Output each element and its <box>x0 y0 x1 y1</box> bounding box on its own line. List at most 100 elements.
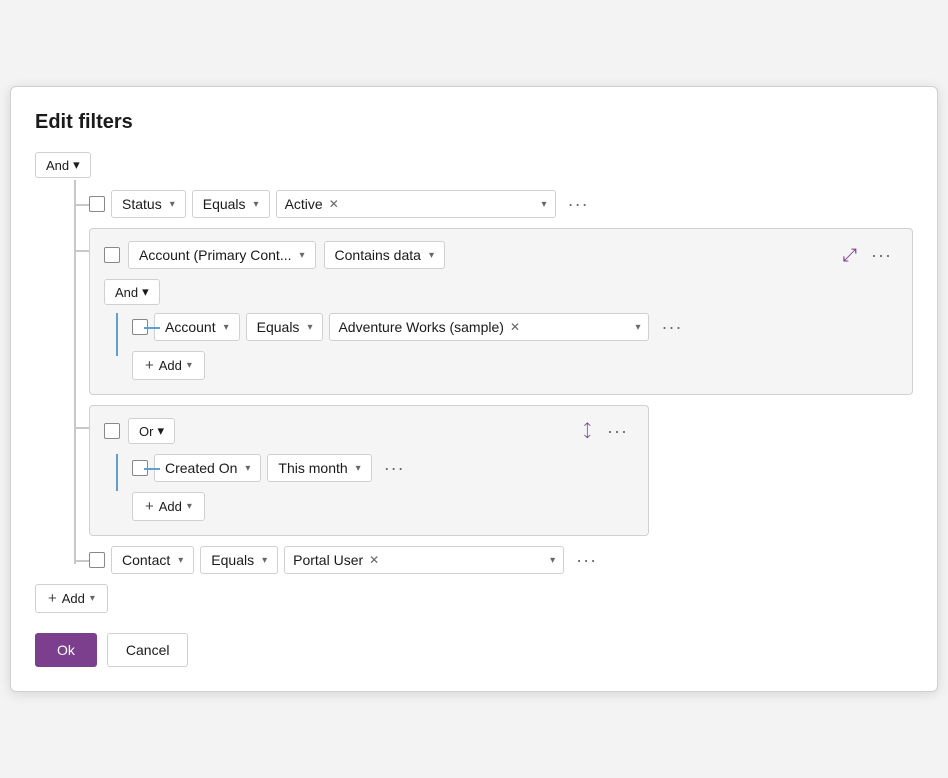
created-on-ellipsis-button[interactable]: ··· <box>378 456 411 481</box>
account-group-header: Account (Primary Cont... ▾ Contains data… <box>104 241 898 269</box>
account-primary-field-dropdown[interactable]: Account (Primary Cont... ▾ <box>128 241 316 269</box>
status-checkbox[interactable] <box>89 196 105 212</box>
contact-operator-dropdown[interactable]: Equals ▾ <box>200 546 278 574</box>
contact-value-label: Portal User <box>293 552 363 568</box>
bottom-add-button[interactable]: + Add ▾ <box>35 584 108 613</box>
account-nested-connector <box>116 313 118 356</box>
or-add-chevron-icon: ▾ <box>187 501 192 512</box>
account-value-chevron-icon: ▾ <box>635 322 640 333</box>
account-inner-filter-row: Account ▾ Equals ▾ Adventure Works (samp… <box>132 313 898 341</box>
inner-and-button[interactable]: And ▾ <box>104 279 160 305</box>
account-primary-field-chevron-icon: ▾ <box>300 250 305 261</box>
contact-operator-chevron-icon: ▾ <box>262 555 267 566</box>
status-field-dropdown[interactable]: Status ▾ <box>111 190 186 218</box>
created-on-operator-dropdown[interactable]: This month ▾ <box>267 454 371 482</box>
top-and-chevron-icon: ▾ <box>73 157 80 173</box>
contact-field-chevron-icon: ▾ <box>178 555 183 566</box>
account-inner-ellipsis-button[interactable]: ··· <box>655 315 688 340</box>
or-group-header: Or ▾ ⤡ ··· <box>104 418 634 444</box>
status-operator-chevron-icon: ▾ <box>254 199 259 210</box>
account-group-wrapper: Account (Primary Cont... ▾ Contains data… <box>89 228 913 395</box>
status-value-label: Active <box>285 196 323 212</box>
contact-ellipsis-button[interactable]: ··· <box>570 548 603 573</box>
status-ellipsis-button[interactable]: ··· <box>562 192 595 217</box>
status-hline <box>74 204 89 206</box>
account-group-hline <box>74 250 89 252</box>
status-value-close-icon[interactable]: ✕ <box>329 197 339 211</box>
status-field-chevron-icon: ▾ <box>170 199 175 210</box>
filter-section: And ▾ Status ▾ Equals ▾ Active <box>35 152 913 613</box>
account-value-close-icon[interactable]: ✕ <box>510 320 520 334</box>
contact-hline <box>74 560 89 562</box>
or-group-hline <box>74 427 89 429</box>
top-and-button[interactable]: And ▾ <box>35 152 91 178</box>
account-add-plus-icon: + <box>145 357 154 374</box>
edit-filters-modal: Edit filters And ▾ Status ▾ Equals <box>10 86 938 692</box>
created-on-filter-row: Created On ▾ This month ▾ ··· <box>132 454 634 482</box>
or-label: Or <box>139 424 153 439</box>
status-field-label: Status <box>122 196 162 212</box>
contact-operator-label: Equals <box>211 552 254 568</box>
created-on-operator-chevron-icon: ▾ <box>356 463 361 474</box>
account-inner-filter-area: Account ▾ Equals ▾ Adventure Works (samp… <box>104 313 898 380</box>
account-add-button[interactable]: + Add ▾ <box>132 351 205 380</box>
status-operator-label: Equals <box>203 196 246 212</box>
account-add-label: Add <box>159 358 182 373</box>
cancel-button[interactable]: Cancel <box>107 633 189 667</box>
account-operator-dropdown[interactable]: Equals ▾ <box>246 313 324 341</box>
top-and-container: And ▾ <box>35 152 913 178</box>
account-operator-chevron-icon: ▾ <box>307 322 312 333</box>
account-group-checkbox[interactable] <box>104 247 120 263</box>
or-group-checkbox[interactable] <box>104 423 120 439</box>
filter-rows-container: Status ▾ Equals ▾ Active ✕ ▾ ··· <box>35 190 913 574</box>
or-group-collapse-icon[interactable]: ⤡ <box>576 420 598 442</box>
vertical-connector-line <box>74 180 76 564</box>
or-button[interactable]: Or ▾ <box>128 418 175 444</box>
or-group: Or ▾ ⤡ ··· Created On <box>89 405 649 536</box>
account-value-label: Adventure Works (sample) <box>338 319 503 335</box>
account-add-chevron-icon: ▾ <box>187 360 192 371</box>
account-operator-label: Equals <box>257 319 300 335</box>
account-group-ellipsis-button[interactable]: ··· <box>865 243 898 268</box>
top-and-label: And <box>46 158 69 173</box>
account-field-chevron-icon: ▾ <box>224 322 229 333</box>
or-group-ellipsis-button[interactable]: ··· <box>601 419 634 444</box>
contact-checkbox[interactable] <box>89 552 105 568</box>
or-add-label: Add <box>159 499 182 514</box>
status-value-tag[interactable]: Active ✕ ▾ <box>276 190 556 218</box>
inner-and-container: And ▾ <box>104 279 898 305</box>
account-inner-hline <box>144 327 160 329</box>
account-value-tag[interactable]: Adventure Works (sample) ✕ ▾ <box>329 313 649 341</box>
or-nested-connector <box>116 454 118 491</box>
bottom-add-plus-icon: + <box>48 590 57 607</box>
bottom-add-container: + Add ▾ <box>35 584 913 613</box>
or-add-plus-icon: + <box>145 498 154 515</box>
status-operator-dropdown[interactable]: Equals ▾ <box>192 190 270 218</box>
contact-filter-row: Contact ▾ Equals ▾ Portal User ✕ ▾ ··· <box>89 546 913 574</box>
created-on-hline <box>144 468 160 470</box>
contact-field-dropdown[interactable]: Contact ▾ <box>111 546 194 574</box>
bottom-add-chevron-icon: ▾ <box>90 593 95 604</box>
contact-value-close-icon[interactable]: ✕ <box>369 553 379 567</box>
account-group: Account (Primary Cont... ▾ Contains data… <box>89 228 913 395</box>
or-inner-filter-area: Created On ▾ This month ▾ ··· + Add <box>104 454 634 521</box>
account-group-collapse-icon[interactable]: ⤢ <box>843 245 857 266</box>
or-chevron-icon: ▾ <box>157 423 164 439</box>
account-field-dropdown[interactable]: Account ▾ <box>154 313 240 341</box>
account-primary-operator-dropdown[interactable]: Contains data ▾ <box>324 241 445 269</box>
footer-buttons: Ok Cancel <box>35 633 913 667</box>
contact-value-chevron-icon: ▾ <box>550 555 555 566</box>
status-value-chevron-icon: ▾ <box>542 199 547 210</box>
contact-value-tag[interactable]: Portal User ✕ ▾ <box>284 546 564 574</box>
or-add-button[interactable]: + Add ▾ <box>132 492 205 521</box>
account-primary-operator-label: Contains data <box>335 247 421 263</box>
or-group-wrapper: Or ▾ ⤡ ··· Created On <box>89 405 913 536</box>
ok-button[interactable]: Ok <box>35 633 97 667</box>
account-primary-field-label: Account (Primary Cont... <box>139 247 292 263</box>
contact-field-label: Contact <box>122 552 170 568</box>
created-on-field-dropdown[interactable]: Created On ▾ <box>154 454 261 482</box>
inner-and-chevron-icon: ▾ <box>142 284 149 300</box>
status-filter-row: Status ▾ Equals ▾ Active ✕ ▾ ··· <box>89 190 913 218</box>
created-on-operator-label: This month <box>278 460 347 476</box>
created-on-field-chevron-icon: ▾ <box>245 463 250 474</box>
